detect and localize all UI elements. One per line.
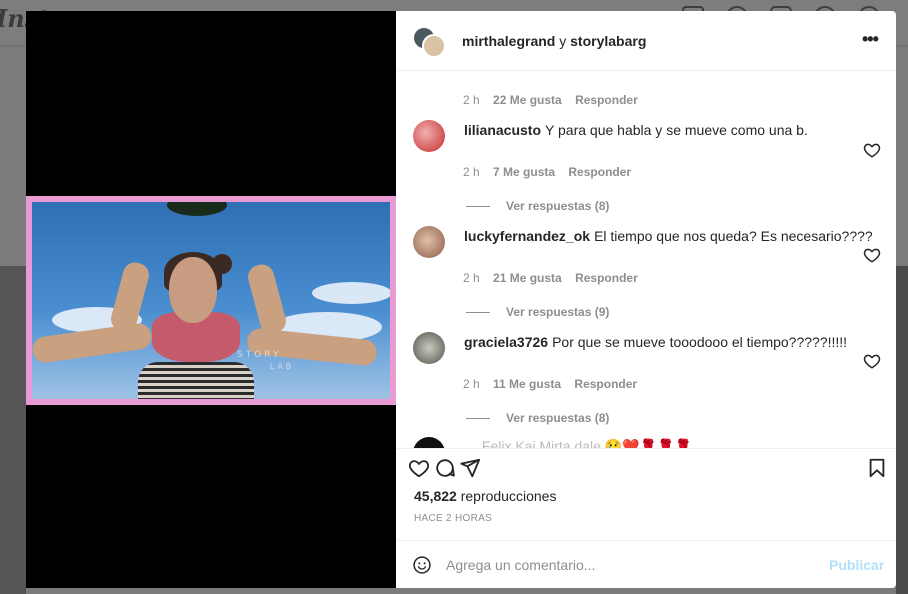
comment-composer: Publicar (396, 540, 896, 588)
comment-body: El tiempo que nos queda? Es necesario???… (594, 228, 873, 244)
background-thumbnail (896, 266, 908, 594)
avatar[interactable] (413, 437, 445, 448)
person-head (169, 257, 217, 323)
avatar[interactable] (413, 226, 445, 258)
comment-text-partial: … Felix Kai Mirta dale 😢❤️🌹🌹🌹 (464, 438, 692, 448)
reply-button[interactable]: Responder (574, 377, 637, 391)
replies-divider (466, 418, 490, 420)
comment-input[interactable] (446, 549, 816, 581)
person-top (138, 362, 254, 399)
view-replies-label[interactable]: Ver respuestas (8) (506, 411, 609, 425)
author-joiner: y (555, 33, 571, 49)
like-heart-icon[interactable] (863, 246, 881, 264)
views-number: 45,822 (414, 488, 457, 504)
post-actions: 45,822 reproducciones HACE 2 HORAS (396, 448, 896, 540)
view-replies-button[interactable]: Ver respuestas (9) (466, 305, 609, 319)
reply-button[interactable]: Responder (575, 271, 638, 285)
comment-text: lilianacusto Y para que habla y se mueve … (464, 122, 808, 138)
avatar[interactable] (413, 332, 445, 364)
post-timestamp[interactable]: HACE 2 HORAS (414, 513, 492, 524)
watermark: LAB (270, 362, 295, 371)
comment-body: Por que se mueve tooodooo el tiempo?????… (552, 334, 848, 350)
author-username[interactable]: storylabarg (570, 33, 646, 49)
instagram-page: Inst STORY LAB mirthalegrand y storylaba… (0, 0, 908, 594)
reply-button[interactable]: Responder (575, 93, 638, 107)
post-authors: mirthalegrand y storylabarg (462, 33, 646, 49)
like-heart-icon[interactable] (863, 352, 881, 370)
comment-username[interactable]: graciela3726 (464, 334, 548, 350)
emoji-icon[interactable] (412, 555, 432, 575)
view-replies-label[interactable]: Ver respuestas (9) (506, 305, 609, 319)
comment-time: 2 h (463, 165, 480, 179)
watermark: STORY (237, 350, 282, 360)
like-heart-icon[interactable] (863, 141, 881, 159)
comment-meta: 2 h 11 Me gusta Responder (463, 377, 647, 391)
comment-meta: 2 h 21 Me gusta Responder (463, 271, 648, 285)
comment-meta: 2 h 22 Me gusta Responder (463, 93, 648, 107)
replies-divider (466, 206, 490, 208)
comment-likes[interactable]: 7 Me gusta (493, 165, 555, 179)
comment-text: graciela3726 Por que se mueve tooodooo el… (464, 334, 847, 350)
author-username[interactable]: mirthalegrand (462, 33, 555, 49)
background-thumbnail (0, 266, 26, 594)
comment-text: luckyfernandez_ok El tiempo que nos queda… (464, 228, 873, 244)
views-count[interactable]: 45,822 reproducciones (414, 488, 556, 504)
comments-list[interactable]: 2 h 22 Me gusta Responder lilianacusto Y … (396, 72, 896, 448)
comment-body: Y para que habla y se mueve como una b. (545, 122, 808, 138)
publish-button[interactable]: Publicar (829, 557, 884, 573)
comment-likes[interactable]: 22 Me gusta (493, 93, 562, 107)
video-frame[interactable]: STORY LAB (26, 196, 396, 405)
person-hair-bun (212, 254, 232, 274)
cloud (312, 282, 390, 304)
post-panel: mirthalegrand y storylabarg ••• 2 h 22 M… (396, 11, 896, 588)
comment-time: 2 h (463, 271, 480, 285)
comment-icon[interactable] (434, 457, 456, 479)
view-replies-button[interactable]: Ver respuestas (8) (466, 411, 609, 425)
like-heart-icon[interactable] (408, 457, 430, 479)
more-horizontal-icon[interactable]: ••• (862, 29, 879, 50)
comment-time: 2 h (463, 377, 480, 391)
comment-likes[interactable]: 21 Me gusta (493, 271, 562, 285)
replies-divider (466, 312, 490, 314)
view-replies-label[interactable]: Ver respuestas (8) (506, 199, 609, 213)
comment-username[interactable]: luckyfernandez_ok (464, 228, 590, 244)
views-label: reproducciones (456, 488, 557, 504)
comment-likes[interactable]: 11 Me gusta (493, 377, 561, 391)
avatar[interactable] (413, 120, 445, 152)
bookmark-icon[interactable] (866, 457, 888, 479)
reply-button[interactable]: Responder (568, 165, 631, 179)
view-replies-button[interactable]: Ver respuestas (8) (466, 199, 609, 213)
share-icon[interactable] (459, 457, 481, 479)
comment-time: 2 h (463, 93, 480, 107)
post-media[interactable]: STORY LAB (26, 11, 396, 588)
comment-username[interactable]: lilianacusto (464, 122, 541, 138)
avatar[interactable] (422, 34, 446, 58)
post-header: mirthalegrand y storylabarg ••• (396, 11, 896, 71)
comment-meta: 2 h 7 Me gusta Responder (463, 165, 641, 179)
